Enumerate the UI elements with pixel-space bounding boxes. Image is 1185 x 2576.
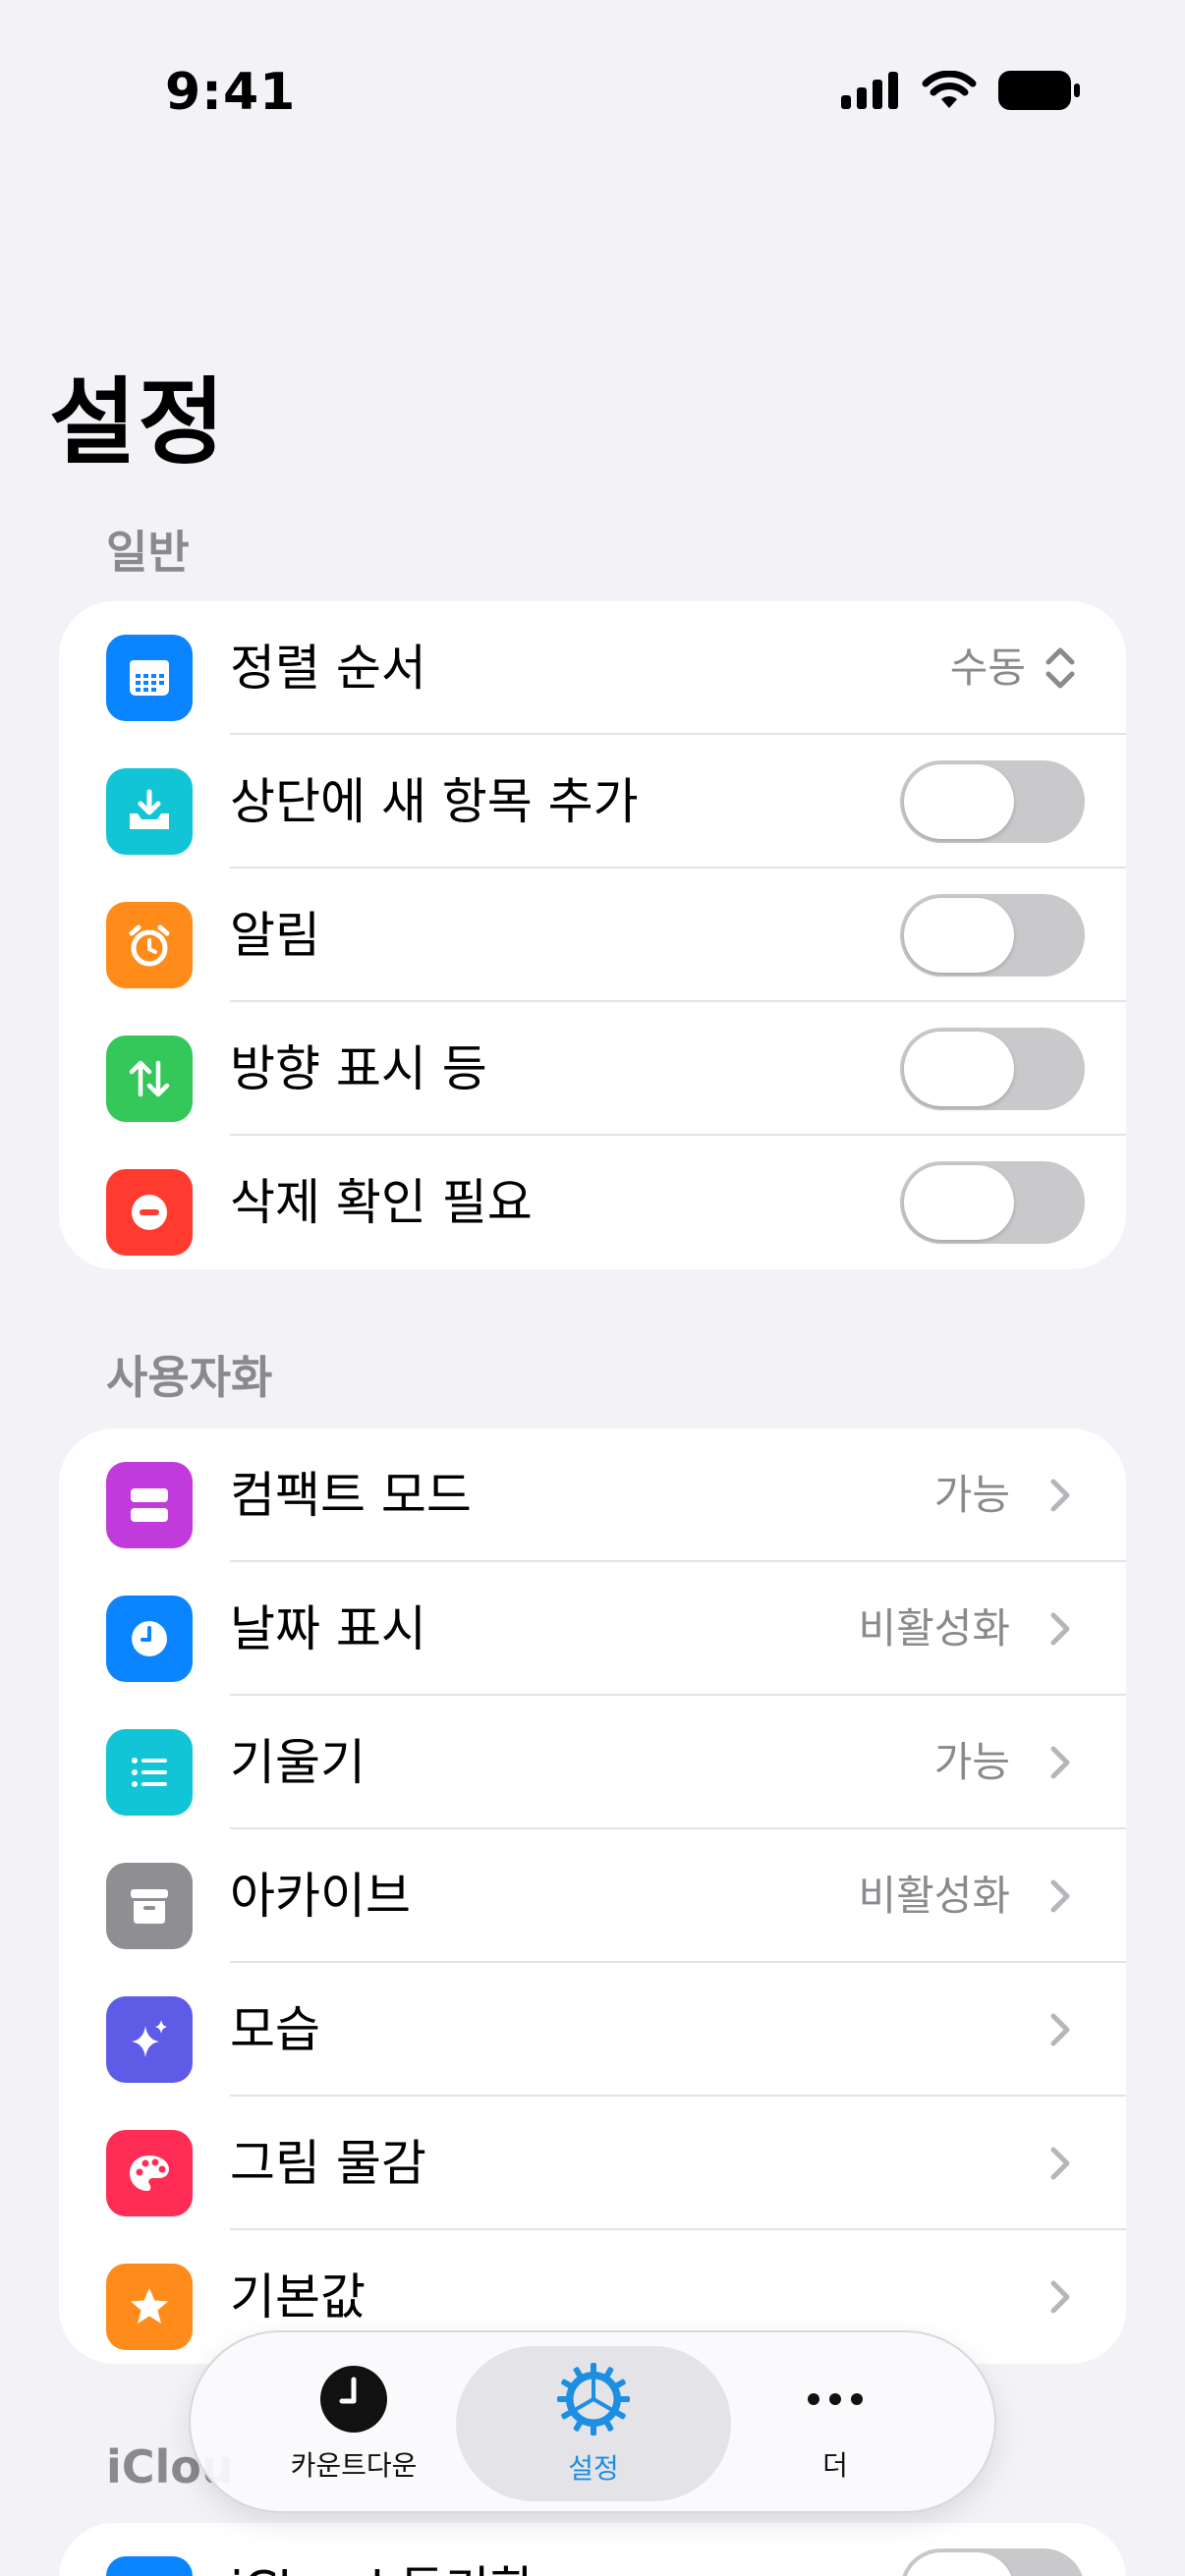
tab-countdown[interactable]: 카운트다운 — [226, 2332, 481, 2515]
date-display-value: 비활성화 — [858, 1604, 1010, 1652]
icloud-sync-toggle[interactable] — [900, 2548, 1085, 2576]
row-date-display[interactable]: 날짜 표시 비활성화 — [59, 1562, 1126, 1696]
wifi-icon — [922, 71, 977, 108]
confirm-delete-toggle[interactable] — [900, 1161, 1085, 1244]
calendar-grid-icon — [106, 635, 193, 721]
chevron-right-icon — [1050, 1479, 1070, 1512]
tab-label: 더 — [822, 2449, 848, 2482]
palette-icon — [106, 2130, 193, 2216]
tab-bar: 카운트다운 설정 더 — [189, 2330, 996, 2513]
row-paint[interactable]: 그림 물감 — [59, 2097, 1126, 2230]
clock-tab-icon — [320, 2366, 387, 2433]
row-label: 날짜 표시 — [230, 1600, 426, 1657]
section-header-customize: 사용자화 — [106, 1351, 273, 1404]
tray-download-icon — [106, 768, 193, 855]
tab-label: 설정 — [568, 2452, 619, 2485]
row-label: 정렬 순서 — [230, 640, 426, 697]
gear-icon — [557, 2363, 630, 2436]
row-label: 상단에 새 항목 추가 — [230, 773, 639, 830]
chevron-right-icon — [1050, 2280, 1070, 2314]
tab-more[interactable]: 더 — [707, 2332, 963, 2515]
battery-icon — [998, 71, 1080, 110]
row-direction-indicator: 방향 표시 등 — [59, 1002, 1126, 1136]
toggle-knob — [904, 898, 1014, 973]
toggle-knob — [904, 764, 1014, 839]
sparkles-icon — [106, 1996, 193, 2083]
row-tilt[interactable]: 기울기 가능 — [59, 1696, 1126, 1829]
row-confirm-delete: 삭제 확인 필요 — [59, 1136, 1126, 1269]
row-archive[interactable]: 아카이브 비활성화 — [59, 1829, 1126, 1963]
archive-box-icon — [106, 1863, 193, 1949]
row-label: 방향 표시 등 — [230, 1040, 487, 1097]
row-compact-mode[interactable]: 컴팩트 모드 가능 — [59, 1428, 1126, 1562]
compact-mode-value: 가능 — [933, 1471, 1010, 1519]
up-down-chevron-icon — [1045, 647, 1075, 689]
sort-order-value: 수동 — [949, 644, 1026, 692]
status-time: 9:41 — [165, 63, 297, 122]
status-bar: 9:41 — [0, 0, 1185, 187]
add-to-top-toggle[interactable] — [900, 760, 1085, 843]
toggle-knob — [904, 1165, 1014, 1240]
icloud-settings-group: iCloud 동기화 — [59, 2523, 1126, 2576]
direction-indicator-toggle[interactable] — [900, 1028, 1085, 1110]
status-icons — [841, 71, 1081, 110]
general-settings-group: 정렬 순서 수동 상단에 새 항목 추가 알림 방향 표시 등 삭제 확인 필요 — [59, 601, 1126, 1269]
chevron-right-icon — [1050, 2013, 1070, 2046]
row-label: 모습 — [230, 2001, 320, 2058]
row-alarm: 알림 — [59, 868, 1126, 1002]
chevron-right-icon — [1050, 1879, 1070, 1913]
row-sort-order[interactable]: 정렬 순서 수동 — [59, 601, 1126, 735]
toggle-knob — [904, 2552, 1014, 2576]
row-label: 그림 물감 — [230, 2135, 426, 2192]
row-label: iCloud 동기화 — [230, 2523, 536, 2576]
icloud-icon — [106, 2556, 193, 2576]
row-label: 아카이브 — [230, 1868, 411, 1925]
star-icon — [106, 2264, 193, 2350]
alarm-toggle[interactable] — [900, 894, 1085, 977]
ellipsis-icon — [808, 2393, 863, 2405]
row-label: 삭제 확인 필요 — [230, 1174, 533, 1231]
two-bars-icon — [106, 1462, 193, 1548]
chevron-right-icon — [1050, 1612, 1070, 1646]
row-icloud-sync: iCloud 동기화 — [59, 2523, 1126, 2576]
row-label: 기울기 — [230, 1734, 366, 1791]
tab-settings[interactable]: 설정 — [456, 2346, 731, 2501]
cellular-signal-icon — [841, 72, 898, 109]
row-add-to-top: 상단에 새 항목 추가 — [59, 735, 1126, 868]
minus-circle-icon — [106, 1169, 193, 1256]
page-title: 설정 — [49, 367, 227, 477]
section-header-general: 일반 — [106, 526, 190, 579]
clock-icon — [106, 1596, 193, 1682]
chevron-right-icon — [1050, 1746, 1070, 1779]
up-down-arrows-icon — [106, 1036, 193, 1122]
archive-value: 비활성화 — [858, 1872, 1010, 1920]
list-icon — [106, 1729, 193, 1816]
tab-label: 카운트다운 — [290, 2449, 418, 2482]
chevron-right-icon — [1050, 2147, 1070, 2180]
row-appearance[interactable]: 모습 — [59, 1963, 1126, 2097]
row-label: 알림 — [230, 907, 320, 964]
alarm-clock-icon — [106, 902, 193, 988]
tilt-value: 가능 — [933, 1738, 1010, 1786]
row-label: 컴팩트 모드 — [230, 1467, 472, 1524]
customize-settings-group: 컴팩트 모드 가능 날짜 표시 비활성화 기울기 가능 아카이브 비활성화 모습… — [59, 1428, 1126, 2364]
toggle-knob — [904, 1032, 1014, 1106]
